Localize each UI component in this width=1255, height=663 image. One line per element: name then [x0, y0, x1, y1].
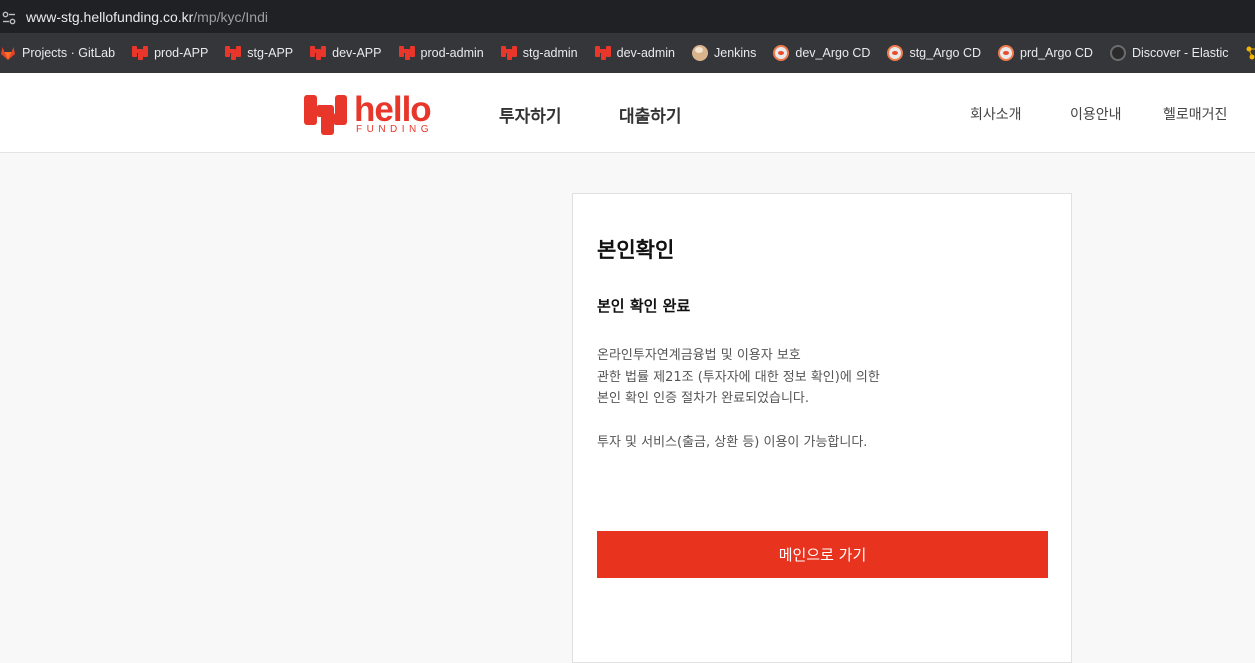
go-to-main-button[interactable]: 메인으로 가기: [597, 531, 1048, 578]
argocd-icon: [887, 45, 903, 61]
bookmarks-bar: Projects · GitLab prod-APP stg-APP dev-APP p…: [0, 33, 1255, 73]
site-settings-icon[interactable]: [2, 10, 16, 24]
hellofunding-icon: [310, 45, 326, 61]
url-host: www-stg.hellofunding.co.kr: [26, 9, 193, 25]
bookmark-label: stg-APP: [247, 46, 293, 60]
folder-app-icon: [1246, 45, 1255, 61]
bookmark-item[interactable]: Projects · GitLab: [0, 45, 115, 61]
identity-verification-card: 본인확인 본인 확인 완료 온라인투자연계금융법 및 이용자 보호 관한 법률 …: [572, 193, 1072, 663]
nav-loan[interactable]: 대출하기: [619, 102, 682, 127]
bookmark-item[interactable]: dev-admin: [595, 45, 675, 61]
nav-magazine[interactable]: 헬로매거진: [1163, 104, 1227, 124]
verification-description: 온라인투자연계금융법 및 이용자 보호 관한 법률 제21조 (투자자에 대한 …: [597, 345, 1037, 410]
gitlab-icon: [0, 45, 16, 61]
argocd-icon: [773, 45, 789, 61]
jenkins-icon: [692, 45, 708, 61]
description-line: 본인 확인 인증 절차가 완료되었습니다.: [597, 388, 1037, 410]
bookmark-item[interactable]: stg_Argo CD: [887, 45, 981, 61]
url-field[interactable]: www-stg.hellofunding.co.kr/mp/kyc/Indi: [26, 9, 268, 25]
bookmark-label: dev_Argo CD: [795, 46, 870, 60]
page-title: 본인확인: [597, 234, 674, 264]
bookmark-label: Jenkins: [714, 46, 756, 60]
logo-subword: FUNDING: [356, 124, 433, 135]
hellofunding-icon: [399, 45, 415, 61]
bookmark-label: stg-admin: [523, 46, 578, 60]
hellofunding-logo[interactable]: hello FUNDING: [304, 92, 446, 136]
hellofunding-icon: [225, 45, 241, 61]
argocd-icon: [998, 45, 1014, 61]
hellofunding-icon: [132, 45, 148, 61]
bookmark-label: Projects · GitLab: [22, 46, 115, 60]
nav-invest[interactable]: 투자하기: [499, 102, 562, 127]
bookmark-item[interactable]: 핵토: [1246, 44, 1255, 63]
bookmark-label: prd_Argo CD: [1020, 46, 1093, 60]
url-path: /mp/kyc/Indi: [193, 9, 268, 25]
description-line: 관한 법률 제21조 (투자자에 대한 정보 확인)에 의한: [597, 367, 1037, 389]
bookmark-item[interactable]: dev-APP: [310, 45, 381, 61]
description-line: 온라인투자연계금융법 및 이용자 보호: [597, 345, 1037, 367]
nav-guide[interactable]: 이용안내: [1070, 104, 1122, 124]
bookmark-item[interactable]: prod-admin: [399, 45, 484, 61]
bookmark-label: dev-APP: [332, 46, 381, 60]
hellofunding-logo-mark-icon: [304, 95, 348, 135]
bookmark-item[interactable]: prod-APP: [132, 45, 208, 61]
nav-about[interactable]: 회사소개: [970, 104, 1022, 124]
bookmark-item[interactable]: Jenkins: [692, 45, 756, 61]
bookmark-item[interactable]: Discover - Elastic: [1110, 45, 1229, 61]
hellofunding-icon: [501, 45, 517, 61]
verification-status-heading: 본인 확인 완료: [597, 295, 690, 316]
bookmark-item[interactable]: dev_Argo CD: [773, 45, 870, 61]
bookmark-label: stg_Argo CD: [909, 46, 981, 60]
bookmark-item[interactable]: stg-APP: [225, 45, 293, 61]
bookmark-item[interactable]: stg-admin: [501, 45, 578, 61]
service-availability-note: 투자 및 서비스(출금, 상환 등) 이용이 가능합니다.: [597, 431, 867, 450]
browser-address-bar: www-stg.hellofunding.co.kr/mp/kyc/Indi: [0, 0, 1255, 33]
hellofunding-icon: [595, 45, 611, 61]
site-header: hello FUNDING 투자하기 대출하기 회사소개 이용안내 헬로매거진: [0, 73, 1255, 153]
elastic-icon: [1110, 45, 1126, 61]
bookmark-label: prod-APP: [154, 46, 208, 60]
bookmark-label: dev-admin: [617, 46, 675, 60]
bookmark-item[interactable]: prd_Argo CD: [998, 45, 1093, 61]
bookmark-label: prod-admin: [421, 46, 484, 60]
bookmark-label: Discover - Elastic: [1132, 46, 1229, 60]
